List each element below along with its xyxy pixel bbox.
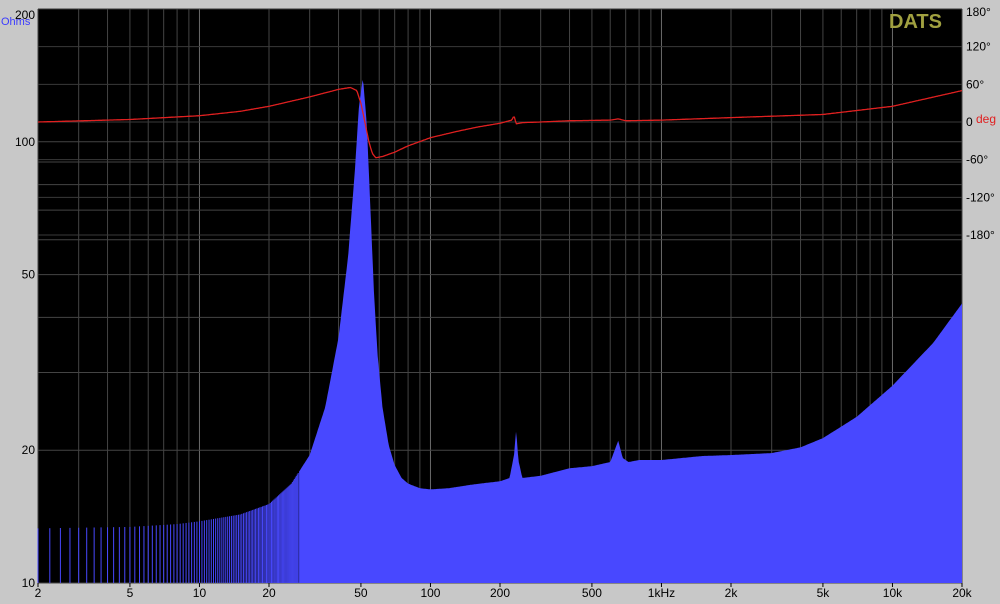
x-tick-label: 200 [490, 586, 510, 600]
x-tick-label: 5 [127, 586, 134, 600]
x-tick-label: 2k [725, 586, 739, 600]
y2-tick-label: 0 [966, 115, 973, 129]
y2-tick-label: -120° [966, 190, 995, 204]
y-tick-label: 50 [22, 268, 36, 282]
y2-tick-label: -60° [966, 153, 988, 167]
y2-tick-label: 60° [966, 77, 984, 91]
y2-tick-label: 120° [966, 40, 991, 54]
x-tick-label: 20 [262, 586, 276, 600]
x-tick-label: 100 [420, 586, 440, 600]
x-tick-label: 10 [193, 586, 207, 600]
x-tick-label: 1kHz [648, 586, 675, 600]
impedance-chart: 2 5 10 20 50 100 200 500 1kHz 2k 5k 10k 20k 20010050… [0, 0, 1000, 604]
x-tick-label: 20k [952, 586, 972, 600]
y-tick-label: 10 [22, 576, 36, 590]
y-axis-label: Ohms [1, 16, 31, 28]
y2-tick-label: -180° [966, 228, 995, 242]
x-tick-label: 5k [817, 586, 831, 600]
y2-axis-label: deg [976, 112, 996, 126]
x-tick-label: 10k [883, 586, 903, 600]
x-tick-label: 500 [582, 586, 602, 600]
x-tick-label: 2 [35, 586, 42, 600]
y-tick-label: 20 [22, 443, 36, 457]
y-tick-label: 100 [15, 135, 35, 149]
y2-tick-label: 180° [966, 5, 991, 19]
x-tick-label: 50 [354, 586, 368, 600]
brand-logo: DATS [889, 11, 942, 33]
